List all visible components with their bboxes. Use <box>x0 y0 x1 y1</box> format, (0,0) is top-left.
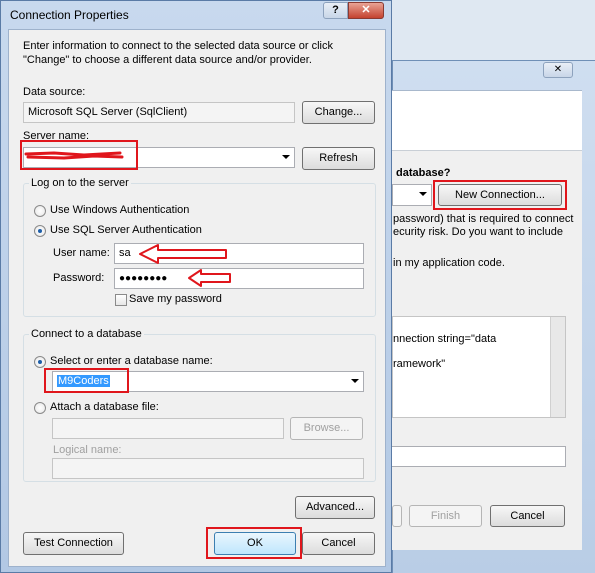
bg-scrollbar[interactable] <box>550 317 565 417</box>
finish-button[interactable]: Finish <box>409 505 482 527</box>
save-password-label[interactable]: Save my password <box>129 292 222 306</box>
dialog-title: Connection Properties <box>10 8 129 22</box>
logical-name-field[interactable] <box>52 458 364 479</box>
highlight-database-name <box>44 368 129 393</box>
close-title-button[interactable]: ✕ <box>348 2 384 19</box>
chevron-down-icon <box>282 155 290 159</box>
sql-auth-radio[interactable] <box>34 225 46 237</box>
bg-cancel-button[interactable]: Cancel <box>490 505 565 527</box>
windows-auth-label[interactable]: Use Windows Authentication <box>50 203 189 217</box>
database-group-title: Connect to a database <box>29 327 144 341</box>
chevron-down-icon <box>419 192 427 196</box>
bg-connection-name-field[interactable] <box>392 446 566 467</box>
password-field[interactable]: ●●●●●●●● <box>114 268 364 289</box>
refresh-button[interactable]: Refresh <box>302 147 375 170</box>
bg-next-button[interactable] <box>392 505 402 527</box>
chevron-down-icon <box>351 379 359 383</box>
password-label: Password: <box>53 272 105 284</box>
attach-db-label[interactable]: Attach a database file: <box>50 400 159 414</box>
cancel-button[interactable]: Cancel <box>302 532 375 555</box>
bg-question-text: database? <box>396 167 451 179</box>
username-label: User name: <box>53 247 110 259</box>
bg-conn-string-line-2: ramework" <box>393 358 446 370</box>
highlight-ok-button <box>206 527 302 559</box>
select-db-label[interactable]: Select or enter a database name: <box>50 354 213 368</box>
sql-auth-label[interactable]: Use SQL Server Authentication <box>50 223 202 237</box>
select-db-radio[interactable] <box>34 356 46 368</box>
browse-button[interactable]: Browse... <box>290 417 363 440</box>
bg-close-button[interactable]: ✕ <box>543 62 573 78</box>
help-title-button[interactable]: ? <box>323 2 348 19</box>
close-icon: ✕ <box>361 4 371 16</box>
bg-text-line-2: ecurity risk. Do you want to include <box>393 226 563 238</box>
change-button[interactable]: Change... <box>302 101 375 124</box>
attach-db-radio[interactable] <box>34 402 46 414</box>
data-source-field: Microsoft SQL Server (SqlClient) <box>23 102 295 123</box>
bg-text-line-3: in my application code. <box>393 257 505 269</box>
test-connection-button[interactable]: Test Connection <box>23 532 124 555</box>
bg-connection-dropdown[interactable] <box>392 184 432 206</box>
arrow-annotation-username <box>139 244 227 264</box>
arrow-annotation-password <box>188 269 231 287</box>
logon-group-title: Log on to the server <box>29 176 131 190</box>
close-icon: ✕ <box>553 64 563 75</box>
highlight-new-connection <box>433 180 567 210</box>
bg-text-line-1: password) that is required to connect <box>393 213 574 225</box>
intro-text: Enter information to connect to the sele… <box>23 40 333 66</box>
highlight-server-name <box>20 140 138 170</box>
advanced-button[interactable]: Advanced... <box>295 496 375 519</box>
bg-conn-string-line-1: nnection string="data <box>393 333 497 345</box>
save-password-checkbox[interactable] <box>115 294 127 306</box>
attach-db-field[interactable] <box>52 418 284 439</box>
help-icon: ? <box>332 4 339 16</box>
windows-auth-radio[interactable] <box>34 205 46 217</box>
logical-name-label: Logical name: <box>53 444 122 456</box>
data-source-label: Data source: <box>23 86 86 98</box>
